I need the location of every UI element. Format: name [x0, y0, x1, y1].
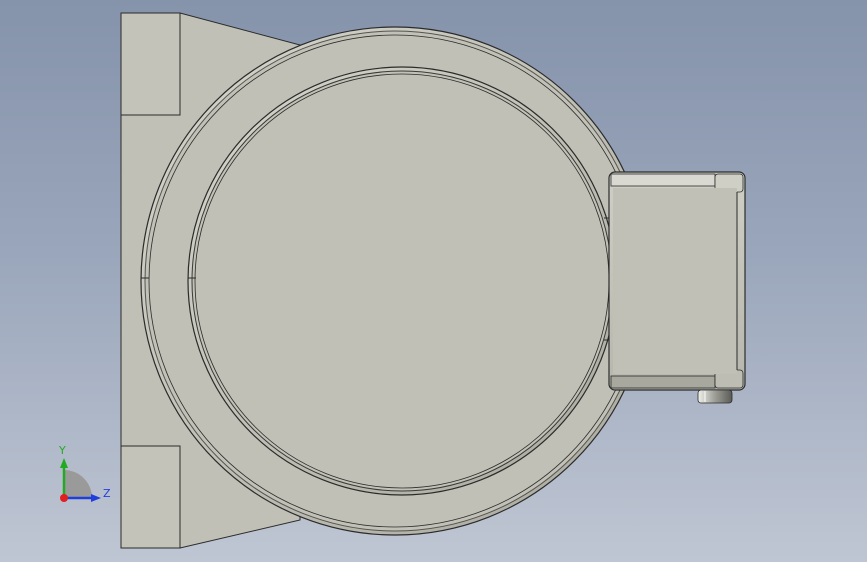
- bracket-bottom-tab: [120, 445, 181, 549]
- y-axis-arrow: [60, 458, 68, 468]
- y-axis-label: Y: [58, 444, 66, 457]
- cad-viewport[interactable]: Y Z: [0, 0, 867, 562]
- housing-face: [613, 188, 737, 374]
- triad-quarter-disc: [64, 470, 92, 498]
- inner-cover: [187, 66, 617, 496]
- cable-pin: [697, 389, 733, 404]
- z-axis-label: Z: [103, 487, 111, 500]
- bracket-top-tab: [120, 12, 181, 116]
- housing-bottom-lip: [610, 375, 716, 389]
- z-axis-arrow: [91, 494, 101, 502]
- x-axis-dot: [60, 494, 68, 502]
- housing-top-lip: [610, 173, 716, 187]
- orientation-triad[interactable]: Y Z: [58, 444, 111, 502]
- connector-housing: [604, 171, 746, 391]
- model-drawing: Y Z: [58, 12, 746, 549]
